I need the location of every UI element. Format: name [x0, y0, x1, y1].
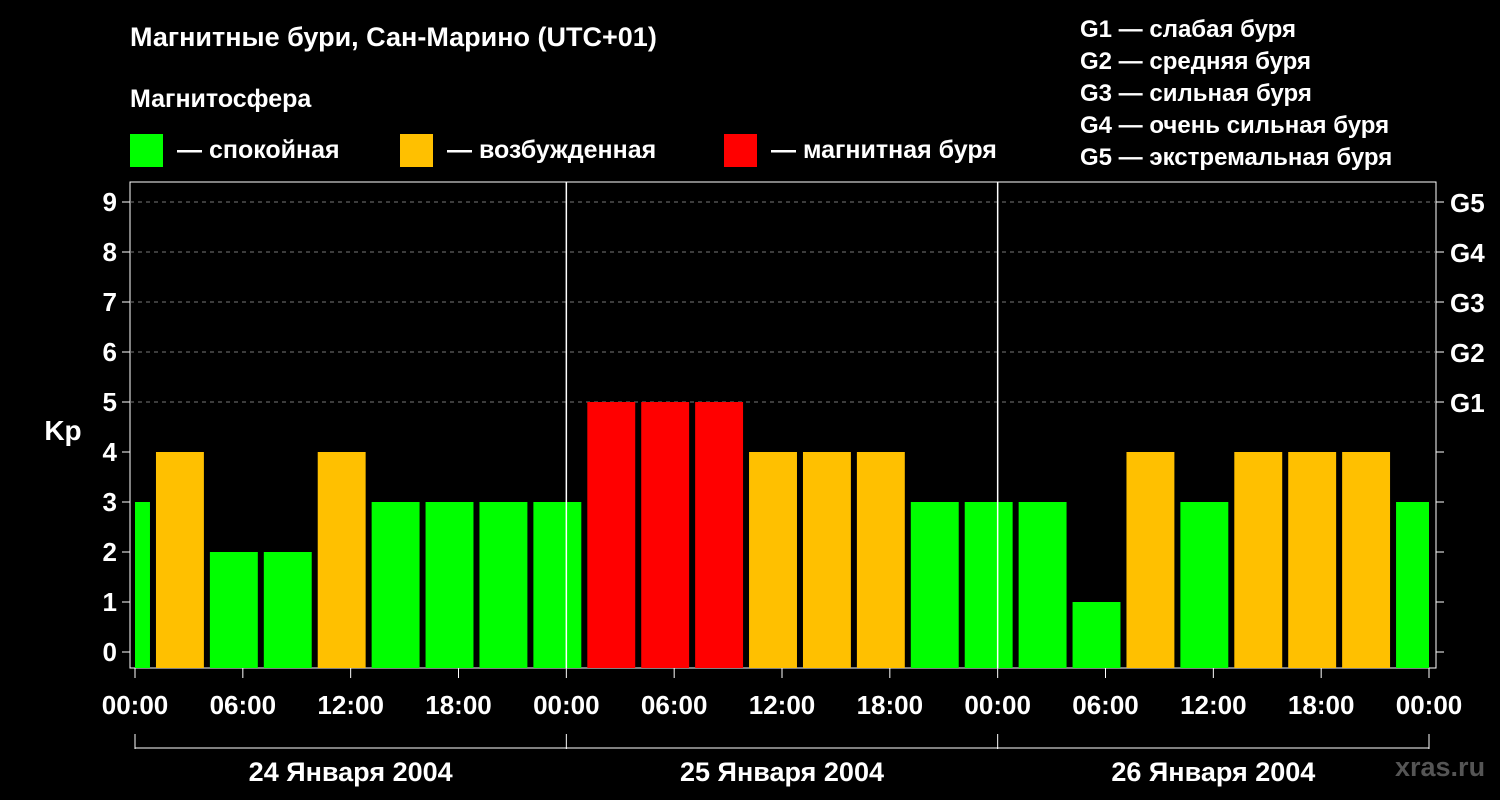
x-tick-label: 06:00	[210, 690, 277, 720]
y-tick-label: 1	[103, 587, 117, 617]
kp-bar	[1342, 452, 1391, 668]
kp-bar	[964, 502, 1013, 668]
kp-bar	[910, 502, 959, 668]
y-tick-label: 9	[103, 187, 117, 217]
y-tick-label: 0	[103, 637, 117, 667]
kp-bar	[641, 402, 690, 668]
kp-bar	[802, 452, 851, 668]
kp-bar	[587, 402, 636, 668]
y-axis-label: Kp	[44, 415, 81, 446]
day-label: 26 Января 2004	[1111, 757, 1315, 787]
y-tick-label: 3	[103, 487, 117, 517]
x-tick-label: 06:00	[641, 690, 708, 720]
g-level-label: G4	[1450, 238, 1485, 268]
kp-chart: 0 1 2 3 4 5 6 7 8 9 G1 G2 G3 G4 G5 Kp 00:00 06:00 12:00 18:…	[44, 181, 1485, 787]
x-tick-label: 00:00	[1396, 690, 1463, 720]
kp-bar	[1288, 452, 1337, 668]
y-tick-label: 5	[103, 387, 117, 417]
x-tick-label: 18:00	[425, 690, 492, 720]
g-level-label: G1	[1450, 388, 1485, 418]
g-level-label: G5	[1450, 188, 1485, 218]
x-tick-label: 12:00	[1180, 690, 1247, 720]
kp-bar	[317, 452, 366, 668]
g-level-label: G3	[1450, 288, 1485, 318]
kp-bar	[135, 502, 150, 668]
y-tick-label: 8	[103, 237, 117, 267]
kp-bar	[209, 552, 258, 668]
kp-bar	[856, 452, 905, 668]
kp-bar	[479, 502, 528, 668]
watermark: xras.ru	[1395, 752, 1486, 782]
x-tick-label: 00:00	[964, 690, 1031, 720]
kp-bar	[749, 452, 797, 668]
kp-bar	[1396, 502, 1429, 668]
kp-bar	[1072, 602, 1121, 668]
y-tick-label: 6	[103, 337, 117, 367]
kp-bar	[1180, 502, 1229, 668]
y-tick-label: 2	[103, 537, 117, 567]
x-tick-label: 12:00	[749, 690, 816, 720]
y-tick-label: 4	[103, 437, 118, 467]
day-label: 24 Января 2004	[249, 757, 453, 787]
kp-bar	[371, 502, 420, 668]
x-tick-label: 18:00	[1288, 690, 1355, 720]
kp-bar	[533, 502, 582, 668]
kp-bar	[425, 502, 474, 668]
x-tick-label: 12:00	[317, 690, 384, 720]
kp-bar	[1234, 452, 1283, 668]
kp-bar	[263, 552, 312, 668]
day-label: 25 Января 2004	[680, 757, 884, 787]
kp-bar	[1126, 452, 1175, 668]
x-tick-label: 06:00	[1072, 690, 1139, 720]
kp-bar	[1018, 502, 1067, 668]
g-level-label: G2	[1450, 338, 1485, 368]
y-tick-label: 7	[103, 287, 117, 317]
kp-bar	[155, 452, 204, 668]
x-tick-label: 00:00	[102, 690, 169, 720]
x-tick-label: 00:00	[533, 690, 600, 720]
kp-bar	[695, 402, 744, 668]
x-tick-label: 18:00	[857, 690, 924, 720]
